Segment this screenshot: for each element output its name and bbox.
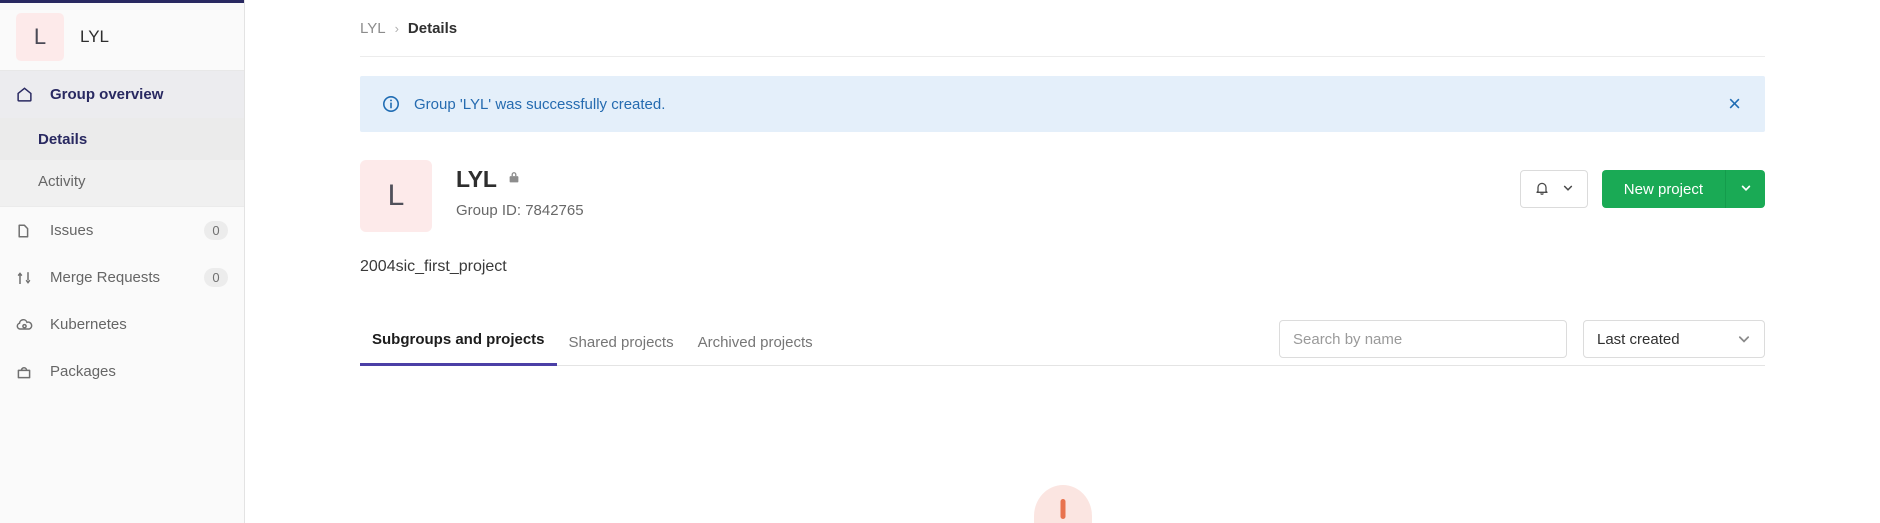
home-icon: [16, 86, 38, 103]
package-icon: [16, 364, 38, 380]
tab-subgroups-and-projects[interactable]: Subgroups and projects: [360, 331, 557, 366]
close-icon[interactable]: ×: [1726, 89, 1743, 119]
sidebar-item-kubernetes[interactable]: Kubernetes: [0, 301, 244, 348]
notification-dropdown-button[interactable]: [1519, 170, 1588, 208]
group-description: 2004sic_first_project: [360, 258, 507, 275]
group-id-label: Group ID: 7842765: [456, 202, 584, 219]
sidebar-item-count: 0: [204, 268, 228, 287]
page-title: LYL: [456, 166, 497, 192]
success-alert: Group 'LYL' was successfully created. ×: [360, 76, 1765, 132]
merge-request-icon: [16, 270, 38, 286]
kubernetes-icon: [16, 316, 38, 333]
issues-icon: [16, 223, 38, 239]
tab-shared-projects[interactable]: Shared projects: [557, 334, 686, 366]
sidebar-item-activity[interactable]: Activity: [0, 160, 244, 202]
sidebar-item-details[interactable]: Details: [0, 118, 244, 160]
empty-state-illustration: [1028, 485, 1098, 523]
sort-dropdown[interactable]: Last created: [1583, 320, 1765, 358]
sidebar-item-issues[interactable]: Issues 0: [0, 207, 244, 254]
sidebar-subitem-label: Details: [38, 130, 88, 148]
sidebar-item-packages[interactable]: Packages: [0, 348, 244, 395]
main-content: LYL › Details Group 'LYL' was successful…: [245, 0, 1880, 523]
group-meta: LYL Group ID: 7842765: [456, 160, 584, 219]
group-header: L LYL Group ID: 7842765 New project: [360, 160, 1765, 232]
breadcrumb-separator-icon: ›: [394, 20, 399, 36]
breadcrumb-group-link[interactable]: LYL: [360, 20, 386, 37]
sidebar-item-label: Merge Requests: [50, 269, 161, 286]
app-root: L LYL Group overview Details Activity Is…: [0, 0, 1880, 523]
chevron-down-icon: [1562, 182, 1574, 197]
sidebar-item-merge-requests[interactable]: Merge Requests 0: [0, 254, 244, 301]
group-avatar: L: [360, 160, 432, 232]
new-project-dropdown-toggle[interactable]: [1725, 170, 1765, 208]
sidebar-item-label: Group overview: [50, 86, 164, 103]
sidebar-item-group-overview[interactable]: Group overview: [0, 71, 244, 118]
sidebar-subitem-label: Activity: [38, 172, 86, 190]
chevron-down-icon: [1740, 182, 1752, 197]
chevron-down-icon: [1737, 332, 1751, 346]
bell-icon: [1534, 180, 1550, 199]
group-actions: New project: [1519, 160, 1765, 208]
alert-message: Group 'LYL' was successfully created.: [414, 95, 666, 113]
search-input[interactable]: [1279, 320, 1567, 358]
sidebar-group-name: LYL: [80, 26, 109, 46]
new-project-split-button: New project: [1601, 170, 1765, 208]
lock-icon: [507, 170, 521, 189]
sidebar-subnav: Details Activity: [0, 118, 244, 206]
list-tools: Last created: [1279, 320, 1765, 365]
info-circle-icon: [382, 95, 400, 113]
tab-bar: Subgroups and projects Shared projects A…: [360, 314, 1765, 366]
sidebar-item-label: Packages: [50, 363, 116, 380]
group-title-row: LYL: [456, 166, 584, 193]
sidebar-item-label: Issues: [50, 222, 94, 239]
sidebar-group-avatar: L: [16, 12, 64, 61]
breadcrumb-current: Details: [407, 19, 458, 37]
breadcrumb: LYL › Details: [360, 0, 1765, 57]
sort-dropdown-value: Last created: [1597, 330, 1680, 348]
new-project-button[interactable]: New project: [1601, 170, 1725, 208]
sidebar-item-count: 0: [204, 221, 228, 240]
sidebar-item-label: Kubernetes: [50, 316, 127, 333]
tab-archived-projects[interactable]: Archived projects: [686, 334, 825, 366]
empty-state-graphic: [1033, 485, 1092, 523]
sidebar-brand[interactable]: L LYL: [0, 3, 244, 71]
sidebar: L LYL Group overview Details Activity Is…: [0, 0, 245, 523]
